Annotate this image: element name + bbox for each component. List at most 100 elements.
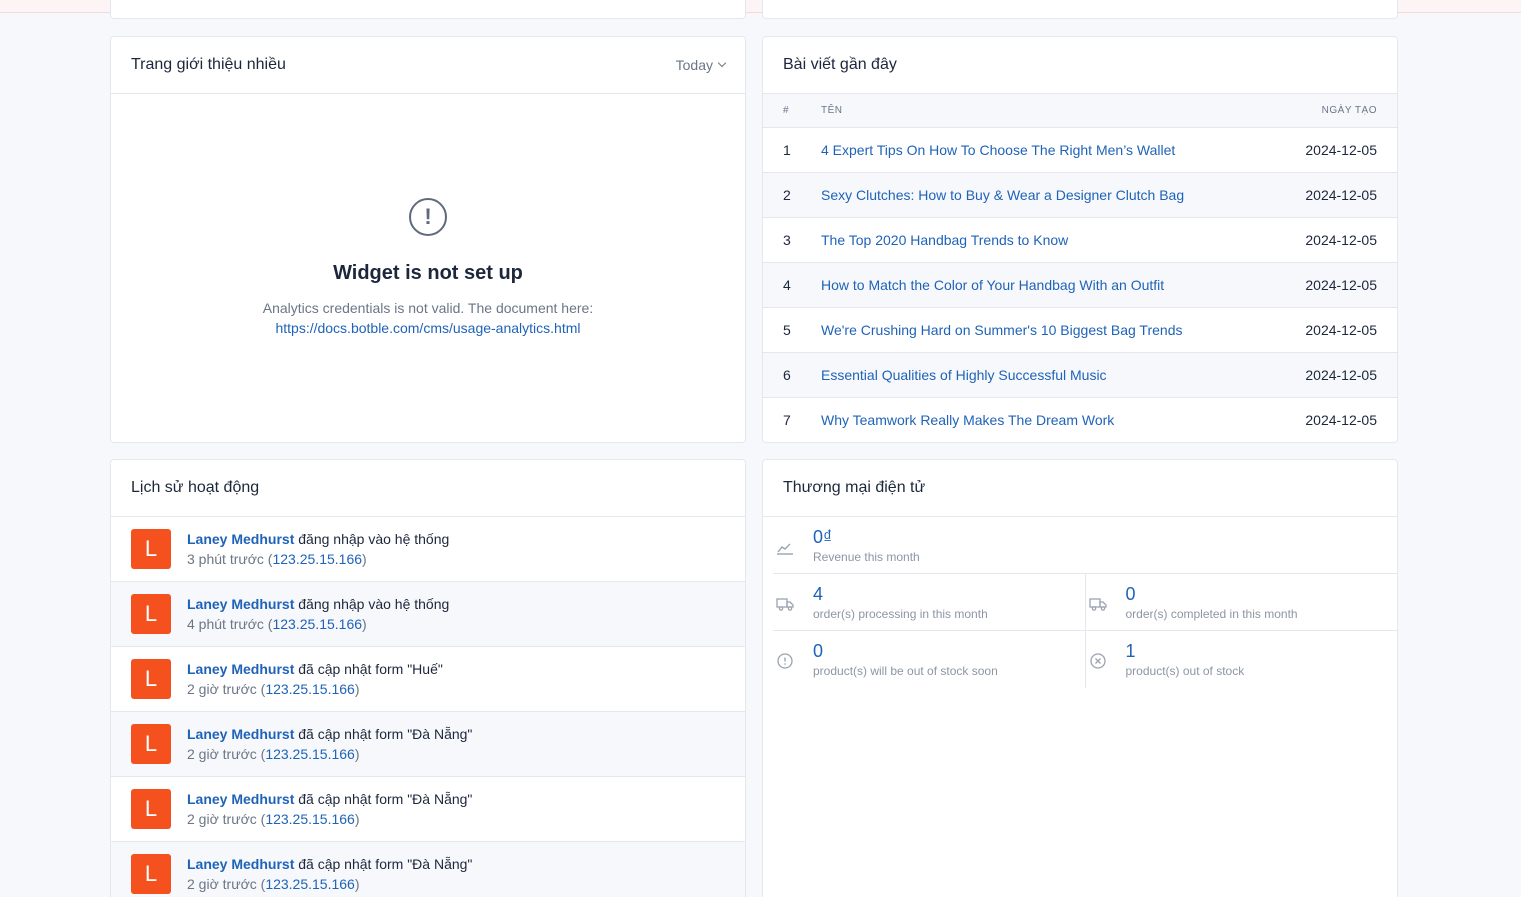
out-stock-label: product(s) out of stock (1125, 664, 1245, 678)
orders-completed-stat: 0 order(s) completed in this month (1084, 574, 1398, 630)
low-stock-label: product(s) will be out of stock soon (813, 664, 998, 678)
ip-link[interactable]: 123.25.15.166 (272, 616, 362, 632)
avatar: L (131, 854, 171, 894)
empty-state-description: Analytics credentials is not valid. The … (263, 298, 593, 338)
post-link[interactable]: Essential Qualities of Highly Successful… (821, 367, 1107, 383)
activity-time: 2 giờ trước ( (187, 811, 266, 827)
post-number: 5 (783, 321, 791, 338)
ecommerce-header: Thương mại điện tử (763, 460, 1397, 517)
activity-time: 2 giờ trước ( (187, 681, 266, 697)
avatar: L (131, 659, 171, 699)
table-header-row: # TÊN NGÀY TẠO (763, 94, 1397, 127)
orders-processing-label: order(s) processing in this month (813, 607, 988, 621)
ecommerce-title: Thương mại điện tử (783, 479, 926, 496)
list-item: L Laney Medhurst đã cập nhật form "Huế" … (111, 647, 745, 712)
ip-link[interactable]: 123.25.15.166 (265, 876, 355, 892)
user-link[interactable]: Laney Medhurst (187, 726, 294, 742)
list-item: L Laney Medhurst đã cập nhật form "Đà Nẵ… (111, 777, 745, 842)
alert-circle-icon (777, 653, 793, 669)
referrers-card-header: Trang giới thiệu nhiều Today (111, 37, 745, 94)
post-link[interactable]: 4 Expert Tips On How To Choose The Right… (821, 142, 1175, 158)
ip-link[interactable]: 123.25.15.166 (265, 681, 355, 697)
activity-action: đã cập nhật form "Đà Nẵng" (294, 856, 473, 872)
user-link[interactable]: Laney Medhurst (187, 531, 294, 547)
user-link[interactable]: Laney Medhurst (187, 661, 294, 677)
post-link[interactable]: We're Crushing Hard on Summer's 10 Bigge… (821, 322, 1182, 338)
chart-line-icon (777, 543, 793, 555)
activity-action: đã cập nhật form "Đà Nẵng" (294, 791, 473, 807)
orders-completed-value[interactable]: 0 (1126, 584, 1298, 604)
revenue-row: 0₫ Revenue this month (773, 517, 1397, 574)
docs-link[interactable]: https://docs.botble.com/cms/usage-analyt… (263, 318, 593, 338)
activity-time: 2 giờ trước ( (187, 746, 266, 762)
date-filter-dropdown[interactable]: Today (675, 57, 727, 73)
out-stock-stat: 1 product(s) out of stock (1084, 631, 1398, 688)
orders-processing-value[interactable]: 4 (813, 584, 988, 604)
truck-icon (1088, 598, 1107, 611)
post-date: 2024-12-05 (1305, 321, 1377, 338)
avatar: L (131, 529, 171, 569)
ip-link[interactable]: 123.25.15.166 (265, 746, 355, 762)
post-number: 2 (783, 186, 791, 203)
stock-row: 0 product(s) will be out of stock soon 1… (773, 631, 1397, 688)
activity-header: Lịch sử hoạt động (111, 460, 745, 517)
table-row: 7 Why Teamwork Really Makes The Dream Wo… (763, 397, 1397, 442)
post-date: 2024-12-05 (1305, 231, 1377, 248)
user-link[interactable]: Laney Medhurst (187, 791, 294, 807)
post-date: 2024-12-05 (1305, 276, 1377, 293)
list-item: L Laney Medhurst đăng nhập vào hệ thống … (111, 582, 745, 647)
activity-card: Lịch sử hoạt động L Laney Medhurst đăng … (110, 459, 746, 897)
user-link[interactable]: Laney Medhurst (187, 596, 294, 612)
activity-close: ) (354, 811, 360, 827)
ip-link[interactable]: 123.25.15.166 (265, 811, 355, 827)
recent-posts-header: Bài viết gần đây (763, 37, 1397, 94)
recent-posts-card: Bài viết gần đây # TÊN NGÀY TẠO 1 4 Expe… (762, 36, 1398, 443)
avatar: L (131, 789, 171, 829)
activity-action: đăng nhập vào hệ thống (294, 596, 450, 612)
table-row: 1 4 Expert Tips On How To Choose The Rig… (763, 127, 1397, 172)
activity-time: 4 phút trước ( (187, 616, 273, 632)
post-number: 7 (783, 411, 791, 428)
ecommerce-card: Thương mại điện tử 0₫ Revenue this month… (762, 459, 1398, 897)
date-filter-label: Today (675, 57, 713, 73)
post-link[interactable]: How to Match the Color of Your Handbag W… (821, 277, 1164, 293)
low-stock-value[interactable]: 0 (813, 641, 998, 661)
activity-action: đăng nhập vào hệ thống (294, 531, 450, 547)
user-link[interactable]: Laney Medhurst (187, 856, 294, 872)
post-number: 6 (783, 366, 791, 383)
list-item: L Laney Medhurst đăng nhập vào hệ thống … (111, 517, 745, 582)
orders-row: 4 order(s) processing in this month 0 or… (773, 574, 1397, 631)
table-row: 6 Essential Qualities of Highly Successf… (763, 352, 1397, 397)
recent-posts-title: Bài viết gần đây (783, 56, 897, 73)
activity-close: ) (354, 876, 360, 892)
post-number: 4 (783, 276, 791, 293)
activity-action: đã cập nhật form "Huế" (294, 661, 443, 677)
revenue-label: Revenue this month (813, 550, 920, 564)
avatar: L (131, 724, 171, 764)
activity-close: ) (362, 551, 367, 567)
post-link[interactable]: Why Teamwork Really Makes The Dream Work (821, 412, 1114, 428)
activity-title: Lịch sử hoạt động (131, 479, 260, 496)
card-stub-right (762, 0, 1398, 19)
column-header-number: # (783, 104, 790, 116)
table-row: 3 The Top 2020 Handbag Trends to Know 20… (763, 217, 1397, 262)
card-stub-left (110, 0, 746, 19)
revenue-value[interactable]: 0₫ (813, 527, 920, 547)
post-date: 2024-12-05 (1305, 186, 1377, 203)
avatar: L (131, 594, 171, 634)
post-link[interactable]: Sexy Clutches: How to Buy & Wear a Desig… (821, 187, 1184, 203)
post-link[interactable]: The Top 2020 Handbag Trends to Know (821, 232, 1068, 248)
referrers-title: Trang giới thiệu nhiều (131, 56, 286, 73)
column-header-name: TÊN (821, 104, 843, 116)
chevron-down-icon (717, 58, 727, 68)
out-stock-value[interactable]: 1 (1126, 641, 1245, 661)
activity-close: ) (354, 746, 360, 762)
x-circle-icon (1089, 653, 1106, 669)
list-item: L Laney Medhurst đã cập nhật form "Đà Nẵ… (111, 712, 745, 777)
ip-link[interactable]: 123.25.15.166 (272, 551, 362, 567)
activity-close: ) (362, 616, 367, 632)
column-header-date: NGÀY TẠO (1321, 104, 1377, 116)
empty-state: ! Widget is not set up Analytics credent… (111, 94, 745, 338)
post-date: 2024-12-05 (1305, 411, 1377, 428)
post-number: 1 (783, 141, 791, 158)
